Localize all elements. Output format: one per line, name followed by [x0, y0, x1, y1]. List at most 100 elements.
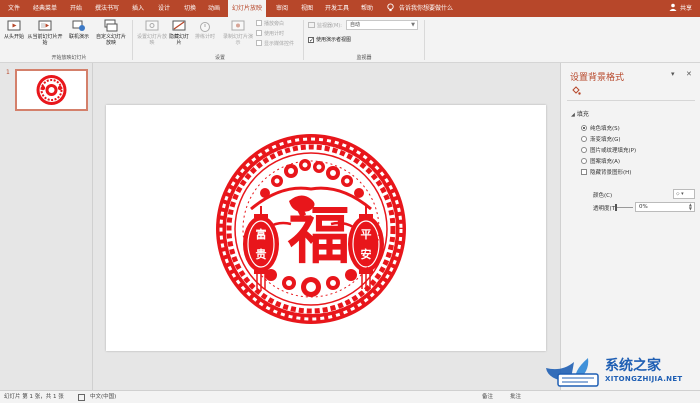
picture-fill-radio[interactable]: 图片或纹理填充(P) [581, 147, 636, 155]
radio-dot [581, 125, 587, 131]
chevron-down-icon: ▼ [411, 21, 415, 29]
record-icon [231, 19, 245, 33]
radio-dot [581, 158, 587, 164]
group-divider [424, 20, 425, 60]
slide-editing-area: 富 贵 平 安 [94, 63, 558, 390]
slide-canvas[interactable]: 富 贵 平 安 [106, 105, 546, 351]
pane-options-chevron-icon[interactable]: ▾ [671, 70, 675, 78]
paint-bucket-icon[interactable] [571, 86, 581, 96]
spellcheck-icon[interactable] [78, 394, 85, 401]
pattern-fill-label: 图案填充(A) [590, 159, 620, 165]
play-from-current-icon [38, 19, 52, 33]
play-narrations-label: 播放旁白 [264, 21, 284, 27]
start-group-label: 开始放映幻灯片 [10, 54, 128, 61]
hide-background-graphics-label: 隐藏背景图形(H) [590, 170, 631, 176]
custom-show-button[interactable]: 自定义幻灯片放映 [95, 19, 127, 46]
tab-transitions[interactable]: 切换 [180, 0, 200, 17]
transparency-value: 0% [639, 204, 648, 210]
notes-button[interactable]: 备注 [482, 391, 493, 403]
tab-design[interactable]: 设计 [154, 0, 174, 17]
monitor-icon [308, 22, 315, 28]
stopwatch-icon [198, 19, 212, 33]
lightbulb-icon [386, 3, 395, 12]
tab-home[interactable]: 开始 [66, 0, 86, 17]
pane-divider [567, 100, 695, 101]
spinner-arrows-icon[interactable]: ▲▼ [689, 203, 692, 211]
transparency-slider-handle[interactable] [615, 204, 617, 211]
online-present-button[interactable]: 联机演示 [66, 19, 92, 40]
color-label: 颜色(C) [593, 191, 612, 199]
fill-section-label: 填充 [577, 111, 589, 118]
online-present-label: 联机演示 [69, 34, 89, 40]
hide-slide-button[interactable]: 隐藏幻灯片 [168, 19, 190, 46]
tab-classic-menu[interactable]: 经典菜单 [30, 0, 60, 17]
close-icon[interactable]: ✕ [686, 70, 692, 78]
tab-help[interactable]: 帮助 [357, 0, 377, 17]
ribbon: 从头开始 从当前幻灯片开始 联机演示 自定义幻灯片放映 开始放映幻灯片 设置幻灯… [0, 17, 700, 63]
language-status[interactable]: 中文(中国) [90, 391, 116, 403]
papercut-image[interactable]: 富 贵 平 安 [106, 105, 546, 351]
slide-thumbnail[interactable] [15, 69, 88, 111]
monitor-select[interactable]: 自动 ▼ [346, 20, 418, 30]
group-divider [303, 20, 304, 60]
rehearse-timings-button[interactable]: 排练计时 [193, 19, 217, 40]
picture-fill-label: 图片或纹理填充(P) [590, 148, 636, 154]
tab-file[interactable]: 文件 [4, 0, 24, 17]
collapse-triangle-icon: ◢ [571, 112, 575, 118]
transparency-slider-track[interactable] [617, 207, 633, 208]
share-label: 共享 [680, 5, 692, 12]
from-beginning-label: 从头开始 [4, 34, 24, 40]
setup-show-button[interactable]: 设置幻灯片放映 [137, 19, 167, 46]
record-show-button[interactable]: 录制幻灯片演示 [222, 19, 254, 46]
slide-thumbnail-pane: 1 [0, 63, 93, 390]
fill-section-header[interactable]: ◢填充 [571, 109, 589, 118]
gradient-fill-label: 渐变填充(G) [590, 137, 621, 143]
checkbox-box [308, 37, 314, 43]
tab-insert[interactable]: 插入 [128, 0, 148, 17]
radio-dot [581, 136, 587, 142]
left-lantern-char-bottom: 贵 [256, 247, 267, 261]
tab-slideshow[interactable]: 幻灯片放映 [228, 0, 266, 17]
slide-number: 1 [6, 69, 10, 76]
menu-bar: 文件 经典菜单 开始 撰法书写 插入 设计 切换 动画 幻灯片放映 审阅 视图 … [0, 0, 700, 17]
watermark-text: 系统之家 [605, 355, 661, 375]
person-icon [669, 3, 677, 11]
solid-fill-radio[interactable]: 纯色填充(S) [581, 125, 620, 133]
monitor-value: 自动 [350, 22, 360, 28]
transparency-input[interactable]: 0% ▲▼ [635, 202, 695, 212]
pattern-fill-radio[interactable]: 图案填充(A) [581, 158, 620, 166]
gradient-fill-radio[interactable]: 渐变填充(G) [581, 136, 621, 144]
left-lantern-char-top: 富 [256, 227, 267, 241]
tab-animations[interactable]: 动画 [204, 0, 224, 17]
play-from-start-icon [7, 19, 21, 33]
solid-fill-label: 纯色填充(S) [590, 126, 620, 132]
share-button[interactable]: 共享 [669, 0, 692, 17]
play-narrations-checkbox[interactable]: 播放旁白 [256, 20, 284, 28]
tab-review[interactable]: 审阅 [272, 0, 292, 17]
show-media-controls-checkbox[interactable]: 显示媒体控件 [256, 40, 294, 48]
tab-handwriting[interactable]: 撰法书写 [92, 0, 122, 17]
tab-developer[interactable]: 开发工具 [322, 0, 352, 17]
slide-count-status: 幻灯片 第 1 张，共 1 张 [4, 391, 64, 403]
from-current-button[interactable]: 从当前幻灯片开始 [27, 19, 63, 46]
radio-dot [581, 147, 587, 153]
setup-show-label: 设置幻灯片放映 [137, 34, 167, 46]
color-picker-button[interactable]: ⬦ ▾ [673, 189, 695, 199]
tab-view[interactable]: 视图 [297, 0, 317, 17]
comments-button[interactable]: 批注 [510, 391, 521, 403]
tell-me-search[interactable]: 告诉我你想要做什么 [386, 0, 453, 17]
hide-background-graphics-checkbox[interactable]: 隐藏背景图形(H) [581, 169, 631, 177]
thumbnail-papercut-image [17, 71, 86, 109]
paint-bucket-icon: ⬦ [676, 191, 680, 197]
from-beginning-button[interactable]: 从头开始 [3, 19, 25, 40]
pane-title: 设置背景格式 [570, 70, 624, 83]
presenter-view-checkbox[interactable]: 使用演示者视图 [308, 37, 351, 44]
use-timings-checkbox[interactable]: 使用计时 [256, 30, 284, 38]
setup-show-icon [145, 19, 159, 33]
right-lantern-char-top: 平 [361, 228, 372, 241]
rehearse-timings-label: 排练计时 [195, 34, 215, 40]
presenter-view-label: 使用演示者视图 [316, 37, 351, 43]
format-background-pane: 设置背景格式 ▾ ✕ ◢填充 纯色填充(S) 渐变填充(G) 图片或纹理填充(P… [560, 63, 700, 390]
monitor-label-row: 监视器(M): [308, 22, 342, 29]
custom-show-label: 自定义幻灯片放映 [96, 34, 126, 46]
